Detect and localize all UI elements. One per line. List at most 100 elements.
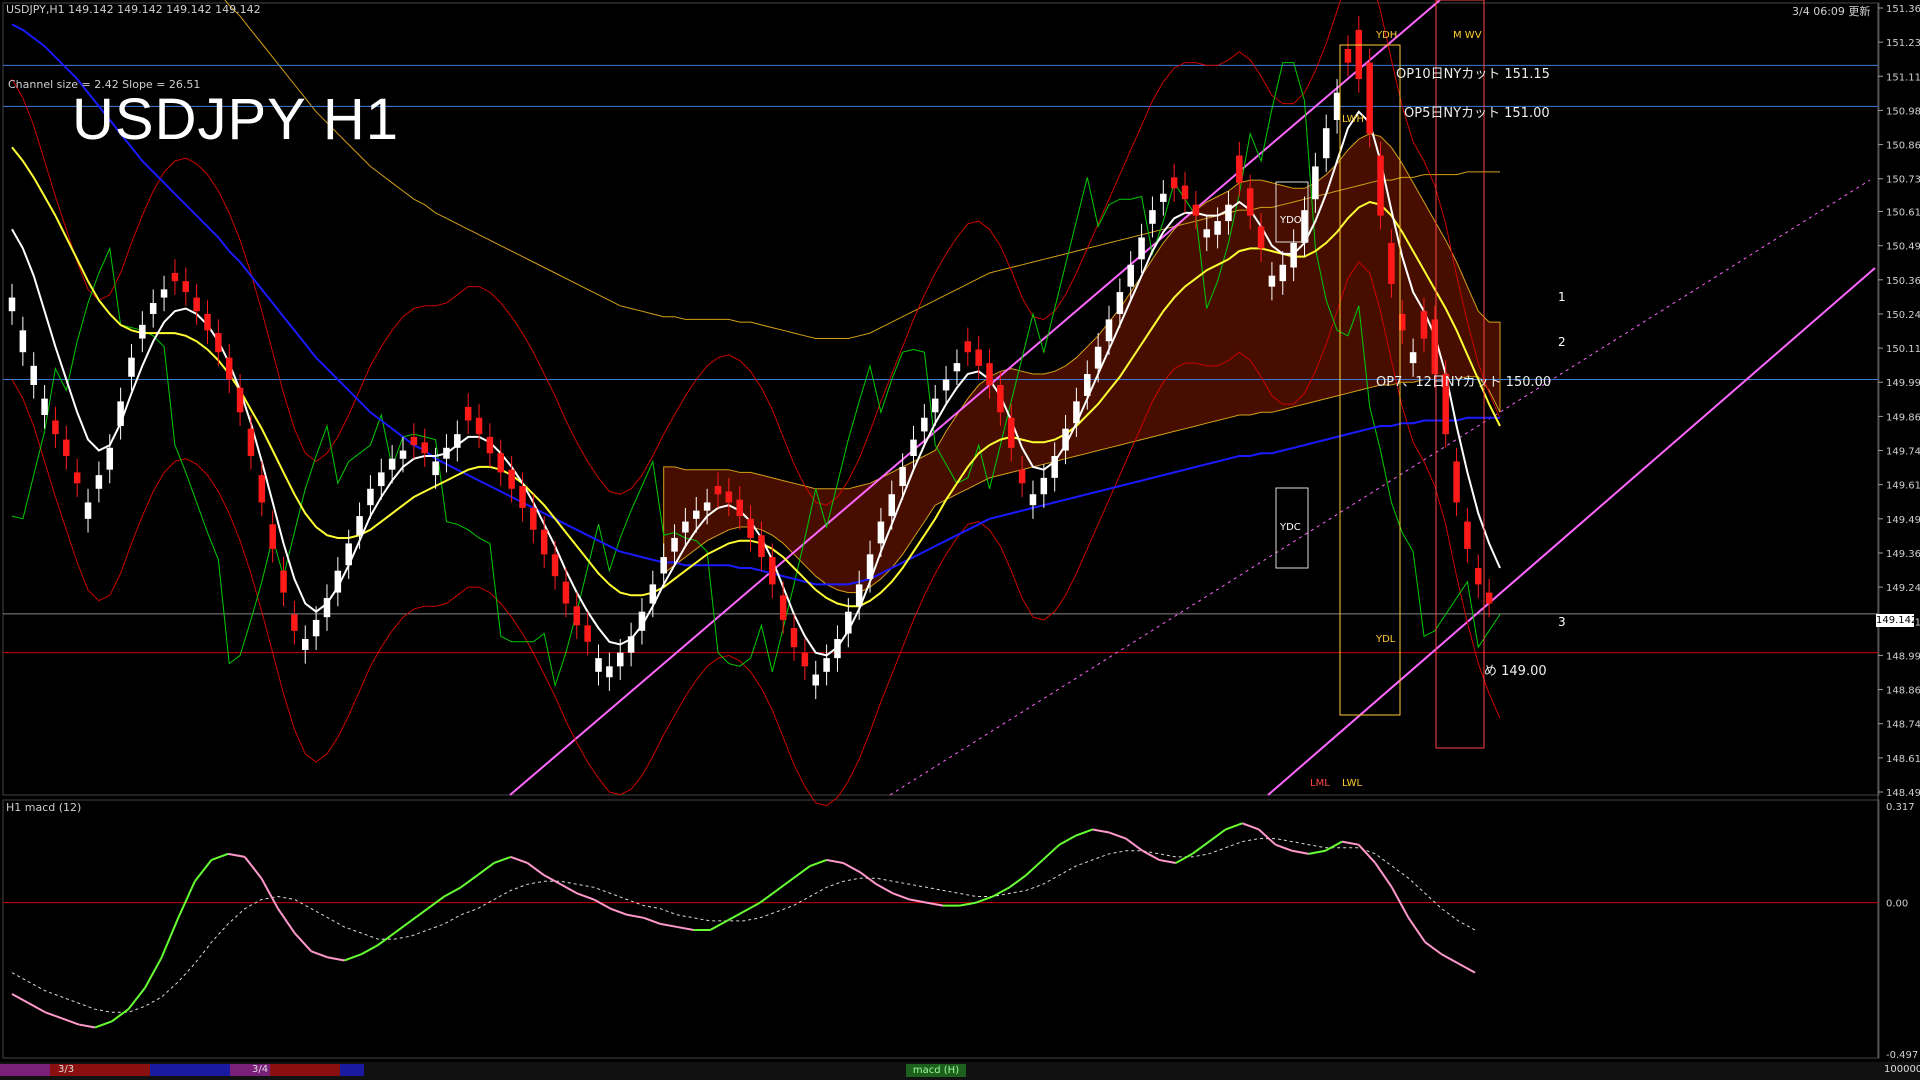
candle-body [1018,469,1026,484]
candle-body [845,611,852,634]
candle-body [953,363,961,372]
candle-body [834,639,841,659]
candle-body [584,625,591,642]
period-tab-a[interactable] [0,1064,50,1076]
period-tab-f[interactable] [340,1064,364,1076]
candle-body [225,357,233,380]
candle-body [345,543,352,566]
macd-tick-label: 0.317 [1886,802,1915,813]
price-tick-label: 149.615 [1886,481,1920,492]
candle-body [1181,185,1189,200]
candle-body [1094,346,1102,369]
candle-body [84,502,92,519]
candle-body [931,398,939,413]
candle-body [269,524,276,549]
marker-lwh: LWH [1342,114,1365,125]
price-tick-label: 148.740 [1886,720,1920,731]
candle-body [63,439,70,456]
candle-body [486,436,494,454]
period-tab-c[interactable] [150,1064,230,1076]
candle-body [1246,188,1254,216]
candle-body [1431,319,1439,375]
marker-ydh: YDH [1376,30,1398,41]
candle-body [1062,428,1069,451]
marker-ydc: YDC [1280,522,1301,533]
level-label-op10: OP10日NYカット 151.15 [1396,67,1550,82]
candle-body [736,499,743,517]
candle-body [128,357,135,377]
marker-ydo: YDO [1280,215,1302,226]
candle-body [258,475,266,503]
candle-body [1409,352,1417,364]
candle-body [725,491,733,503]
candle-body [1366,62,1373,134]
candle-body [301,639,309,650]
candle-body [73,472,81,484]
candle-body [627,636,635,653]
candle-body [986,363,993,385]
candle-body [1290,242,1297,268]
candle-body [769,557,776,585]
price-tick-label: 150.490 [1886,242,1920,253]
candle-body [1203,229,1211,238]
candle-body [193,297,200,312]
candle-body [790,628,798,648]
candle-body [573,606,581,626]
candle-body [812,674,819,686]
candle-body [508,469,515,489]
candle-body [312,619,320,637]
candle-body [19,330,27,353]
candle-body [1464,521,1471,549]
candle-body [1312,166,1319,200]
price-tick-label: 148.615 [1886,754,1920,765]
candle-body [204,313,211,331]
price-tick-label: 150.615 [1886,208,1920,219]
candle-body [378,472,385,487]
candle-body [182,281,190,293]
candle-body [942,379,950,391]
candle-body [1127,264,1134,287]
candle-body [410,436,418,446]
date-tab-1: 3/3 [58,1064,75,1075]
price-tick-label: 151.235 [1886,38,1920,49]
price-tick-label: 150.240 [1886,310,1920,321]
candle-body [291,614,298,631]
price-tick-label: 149.240 [1886,583,1920,594]
candle-body [964,341,972,353]
candle-body [1453,461,1460,503]
candle-body [1170,177,1178,189]
period-tab-e[interactable] [270,1064,340,1076]
candle-body [562,581,570,604]
candle-body [540,529,548,555]
price-tick-label: 149.990 [1886,378,1920,389]
candle-body [1485,592,1493,604]
candle-body [1084,374,1091,396]
candle-body [160,289,168,298]
candle-body [1279,264,1287,282]
candle-body [1388,242,1395,284]
candle-body [1333,92,1341,120]
candle-body [997,384,1004,413]
candle-body [475,417,483,435]
candle-body [1355,29,1363,80]
candle-body [660,557,667,574]
candle-body [888,494,896,517]
candle-body [1105,319,1113,342]
candle-body [866,554,874,579]
candle-body [139,324,146,339]
price-tick-label: 150.985 [1886,106,1920,117]
price-tick-label: 148.490 [1886,788,1920,799]
current-price-box: 149.142 [1876,614,1918,627]
candle-body [1475,568,1482,585]
candle-body [334,570,342,593]
candle-body [52,420,59,435]
candle-body [1214,221,1221,235]
candle-body [616,652,624,667]
candle-body [1420,311,1428,339]
candle-body [117,401,124,426]
candle-body [464,406,472,421]
price-tick-label: 149.740 [1886,447,1920,458]
candle-body [149,303,157,314]
macd-scroll-tab[interactable]: macd (H) [906,1064,966,1077]
price-tick-label: 150.115 [1886,344,1920,355]
